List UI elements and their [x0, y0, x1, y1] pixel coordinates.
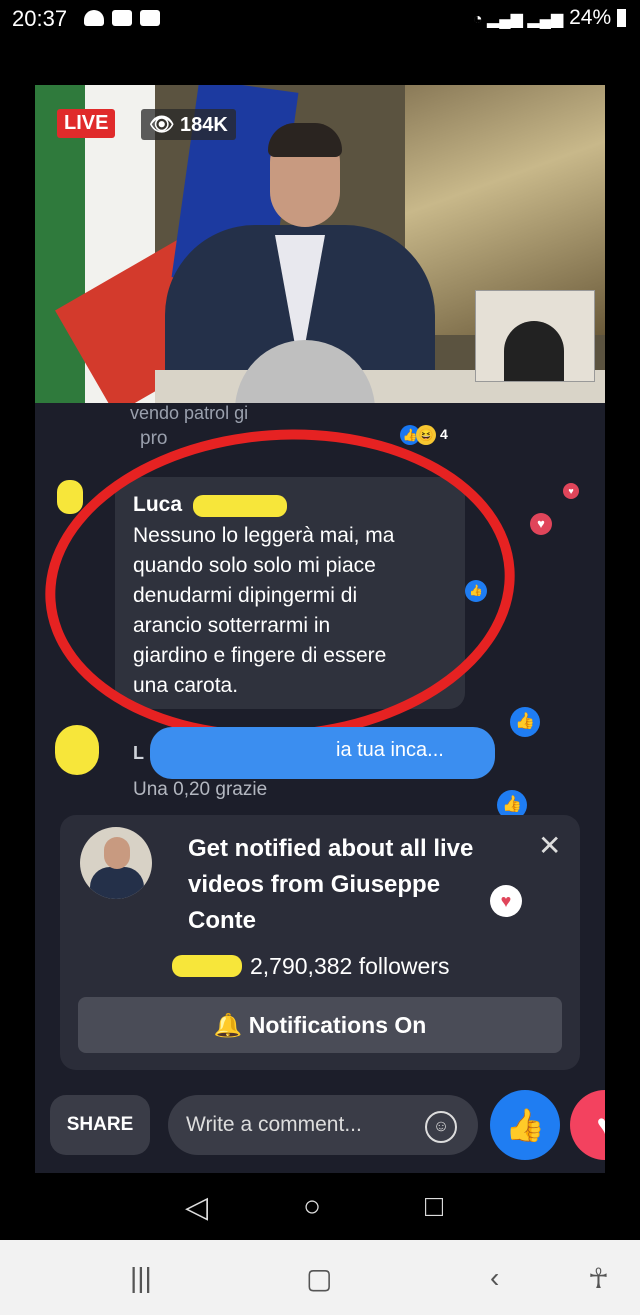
faded-comment-text-2: pro — [140, 428, 168, 449]
live-video[interactable]: LIVE 👁 184K — [35, 85, 605, 403]
home-circle-icon[interactable]: ○ — [303, 1190, 321, 1224]
floating-like-icon: 👍 — [510, 707, 540, 737]
faded-comment-text: vendo patrol gi — [130, 403, 249, 423]
follower-count: 2,790,382 followers — [250, 953, 450, 979]
notification-card: Get notified about all live videos from … — [60, 815, 580, 1070]
viewer-count: 👁 184K — [141, 109, 236, 140]
accessibility-icon[interactable]: ☥ — [588, 1262, 609, 1295]
status-time: 20:37 — [12, 6, 68, 31]
followers-icon-redacted — [172, 955, 242, 977]
commenter-avatar-redacted — [55, 725, 99, 775]
comment-author-initial: L — [133, 743, 144, 763]
interpreter — [504, 321, 564, 381]
comment-text: Una 0,20 grazie — [133, 779, 268, 800]
eye-icon: 👁 — [149, 114, 175, 136]
card-title: Get notified about all live videos from … — [188, 835, 474, 934]
close-icon[interactable]: ✕ — [538, 829, 561, 862]
battery-status: ◔ ▂▄▆ ▂▄▆ 24% — [473, 6, 626, 30]
haha-reaction-icon: 😆 — [416, 425, 436, 445]
viewer-count-value: 184K — [179, 114, 228, 136]
bell-icon: 🔔 — [213, 1012, 243, 1038]
share-button[interactable]: SHARE — [50, 1095, 150, 1155]
like-button[interactable]: 👍 — [490, 1090, 560, 1160]
avatar-face — [104, 837, 130, 869]
pill-text: ia tua inca... — [336, 739, 444, 761]
sign-language-inset — [475, 290, 595, 382]
mail-icon — [140, 10, 160, 26]
home-icon[interactable]: ▢ — [306, 1262, 332, 1295]
commenter-avatar-redacted — [57, 480, 83, 514]
status-bar: 20:37 ◔ ▂▄▆ ▂▄▆ 24% — [0, 0, 640, 40]
speaker-hair — [268, 123, 342, 157]
emoji-icon[interactable]: ☺ — [425, 1111, 457, 1143]
new-comment-pill[interactable]: ia tua inca... — [150, 727, 495, 779]
back-triangle-icon[interactable]: ◁ — [185, 1190, 208, 1225]
battery-percent: 24% — [569, 6, 612, 29]
heart-icon: ♥ — [490, 885, 522, 917]
battery-icon — [617, 9, 626, 28]
wifi-icon: ◔ ▂▄▆ ▂▄▆ — [472, 11, 564, 28]
cloud-icon — [84, 10, 104, 26]
back-icon[interactable]: ‹ — [490, 1262, 499, 1294]
facebook-live-view: LIVE 👁 184K vendo patrol gi pro 👍 😆 4 Lu… — [35, 85, 605, 1173]
image-icon — [112, 10, 132, 26]
floating-like-icon: 👍 — [465, 580, 487, 602]
floating-heart-icon: ♥ — [530, 513, 552, 535]
floating-heart-icon: ♥ — [563, 483, 579, 499]
live-badge: LIVE — [57, 109, 116, 138]
notifications-button-label: Notifications On — [248, 1012, 427, 1038]
recents-square-icon[interactable]: □ — [425, 1190, 443, 1224]
recent-apps-icon[interactable]: ||| — [130, 1262, 152, 1294]
reaction-count: 4 — [440, 426, 448, 442]
notifications-on-button[interactable]: 🔔 Notifications On — [78, 997, 562, 1053]
love-button[interactable]: ♥ — [570, 1090, 605, 1160]
page-avatar[interactable] — [80, 827, 152, 899]
avatar-body — [90, 867, 144, 899]
